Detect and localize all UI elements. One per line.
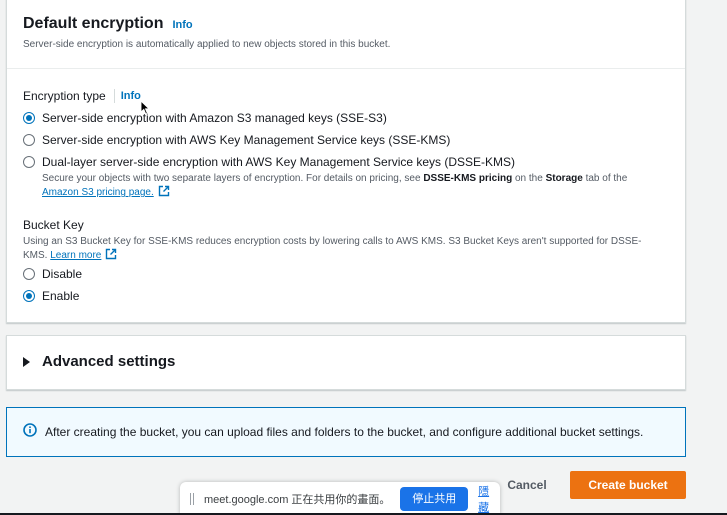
divider: [113, 89, 115, 103]
bucket-key-description: Using an S3 Bucket Key for SSE-KMS reduc…: [23, 235, 663, 264]
panel-title: Default encryption: [23, 15, 164, 32]
radio-bucket-key-enable[interactable]: Enable: [23, 289, 79, 303]
radio-button-checked[interactable]: [23, 290, 35, 302]
radio-sse-s3[interactable]: Server-side encryption with Amazon S3 ma…: [23, 111, 387, 125]
alert-text: After creating the bucket, you can uploa…: [45, 425, 644, 439]
encryption-type-label: Encryption type: [23, 89, 106, 103]
dsse-pricing-bold: DSSE-KMS pricing: [423, 173, 513, 184]
info-link[interactable]: Info: [172, 19, 192, 31]
radio-label: Server-side encryption with Amazon S3 ma…: [42, 111, 387, 125]
dsse-desc-suffix: tab of the: [582, 173, 628, 184]
external-link-icon[interactable]: [158, 185, 170, 201]
radio-label: Server-side encryption with AWS Key Mana…: [42, 133, 451, 147]
dsse-desc-mid: on the: [512, 173, 546, 184]
encryption-type-label-row: Encryption type Info: [23, 89, 141, 103]
radio-bucket-key-disable[interactable]: Disable: [23, 267, 82, 281]
radio-button[interactable]: [23, 134, 35, 146]
radio-sse-kms[interactable]: Server-side encryption with AWS Key Mana…: [23, 133, 450, 147]
advanced-settings-panel: Advanced settings: [6, 335, 686, 390]
mouse-cursor-icon: [140, 99, 151, 120]
share-status-text: meet.google.com 正在共用你的畫面。: [203, 493, 391, 506]
s3-pricing-link[interactable]: Amazon S3 pricing page.: [42, 187, 154, 198]
info-circle-icon: [23, 422, 37, 442]
radio-label: Disable: [42, 267, 83, 281]
radio-dsse-kms[interactable]: Dual-layer server-side encryption with A…: [23, 155, 515, 169]
create-bucket-button[interactable]: Create bucket: [570, 471, 686, 499]
radio-label: Enable: [42, 289, 80, 303]
radio-button[interactable]: [23, 156, 35, 168]
hide-link[interactable]: 隱藏: [478, 483, 500, 515]
stop-sharing-button[interactable]: 停止共用: [400, 486, 469, 511]
screen-share-bar: meet.google.com 正在共用你的畫面。 停止共用 隱藏: [180, 482, 500, 515]
drag-handle-icon[interactable]: [190, 492, 194, 505]
dsse-desc-prefix: Secure your objects with two separate la…: [42, 173, 424, 184]
caret-right-icon[interactable]: [23, 356, 30, 367]
advanced-settings-title: Advanced settings: [42, 353, 176, 370]
cancel-button[interactable]: Cancel: [500, 476, 554, 494]
panel-header: Default encryption Info Server-side encr…: [7, 0, 685, 69]
bucket-key-label: Bucket Key: [23, 218, 84, 232]
dsse-kms-description: Secure your objects with two separate la…: [42, 172, 662, 201]
radio-label: Dual-layer server-side encryption with A…: [42, 155, 516, 169]
info-alert: After creating the bucket, you can uploa…: [6, 407, 686, 457]
storage-bold: Storage: [545, 173, 583, 184]
external-link-icon[interactable]: [105, 248, 117, 264]
radio-button-checked[interactable]: [23, 112, 35, 124]
radio-button[interactable]: [23, 268, 35, 280]
advanced-settings-toggle[interactable]: Advanced settings: [23, 353, 175, 370]
panel-description: Server-side encryption is automatically …: [23, 39, 391, 50]
learn-more-link[interactable]: Learn more: [50, 250, 101, 261]
encryption-type-info-link[interactable]: Info: [121, 90, 141, 102]
default-encryption-panel: Default encryption Info Server-side encr…: [6, 0, 686, 323]
